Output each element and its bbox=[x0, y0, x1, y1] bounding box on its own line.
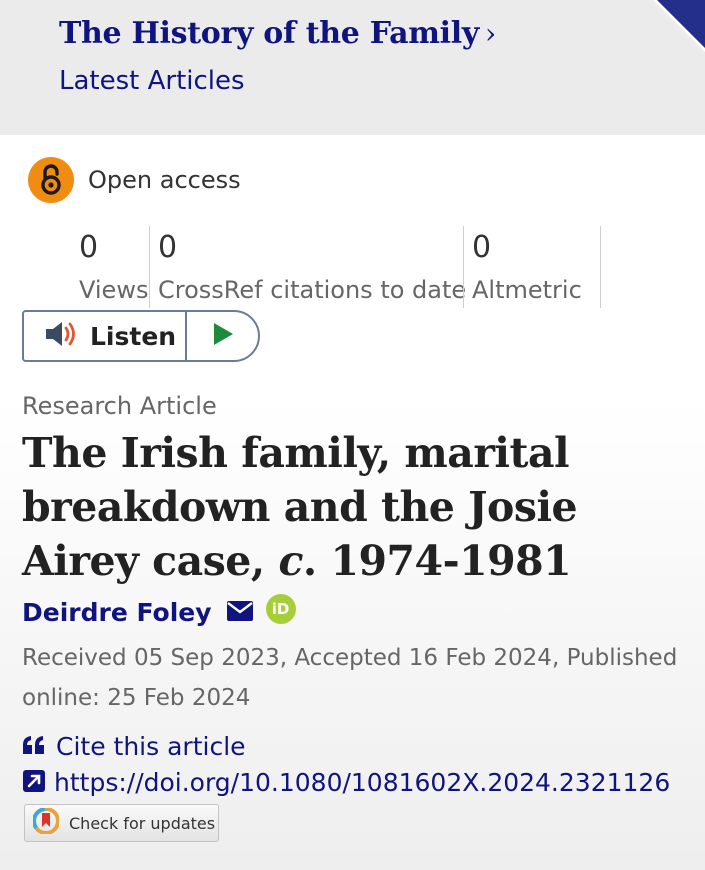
metric-value: 0 bbox=[472, 230, 492, 265]
play-button[interactable] bbox=[187, 312, 258, 360]
quote-icon bbox=[22, 735, 46, 759]
metric-crossref[interactable]: 0 CrossRef citations to date bbox=[158, 226, 466, 310]
corner-ribbon bbox=[657, 0, 705, 48]
journal-title[interactable]: The History of the Family bbox=[59, 16, 479, 51]
article-title: The Irish family, marital breakdown and … bbox=[22, 426, 692, 588]
journal-title-link[interactable]: The History of the Family › bbox=[59, 16, 496, 51]
chevron-right-icon: › bbox=[484, 17, 496, 50]
listen-widget: Listen bbox=[22, 310, 260, 362]
orcid-icon[interactable]: iD bbox=[265, 593, 296, 624]
cite-label: Cite this article bbox=[56, 732, 246, 761]
cite-this-article-link[interactable]: Cite this article bbox=[22, 732, 246, 761]
open-access-badge: Open access bbox=[28, 157, 241, 203]
speaker-icon bbox=[44, 319, 82, 353]
author-row: Deirdre Foley iD bbox=[22, 593, 296, 627]
listen-label: Listen bbox=[90, 321, 177, 351]
publication-dates: Received 05 Sep 2023, Accepted 16 Feb 20… bbox=[22, 645, 678, 711]
metric-label: Altmetric bbox=[472, 276, 582, 304]
metric-divider bbox=[600, 226, 601, 308]
latest-articles-link[interactable]: Latest Articles bbox=[59, 66, 245, 96]
play-icon bbox=[212, 322, 234, 350]
open-lock-icon bbox=[28, 157, 74, 203]
article-title-years: . 1974-1981 bbox=[302, 537, 572, 585]
metric-label: CrossRef citations to date bbox=[158, 276, 467, 304]
doi-link[interactable]: https://doi.org/10.1080/1081602X.2024.23… bbox=[22, 768, 670, 797]
journal-header: The History of the Family › Latest Artic… bbox=[0, 0, 705, 135]
metric-divider bbox=[149, 226, 150, 308]
metric-value: 0 bbox=[79, 230, 99, 265]
author-name[interactable]: Deirdre Foley bbox=[22, 598, 212, 627]
listen-button[interactable]: Listen bbox=[24, 312, 187, 360]
metric-altmetric[interactable]: 0 Altmetric bbox=[472, 226, 582, 310]
metric-views[interactable]: 0 Views bbox=[79, 226, 148, 310]
check-for-updates-button[interactable]: Check for updates bbox=[24, 804, 219, 842]
metric-value: 0 bbox=[158, 230, 178, 265]
envelope-icon[interactable] bbox=[226, 600, 254, 626]
doi-text: https://doi.org/10.1080/1081602X.2024.23… bbox=[54, 768, 671, 797]
metric-divider bbox=[463, 226, 464, 308]
open-access-label: Open access bbox=[88, 166, 241, 194]
check-for-updates-label: Check for updates bbox=[69, 813, 216, 833]
crossmark-icon bbox=[32, 807, 60, 838]
metric-label: Views bbox=[79, 276, 149, 304]
article-type: Research Article bbox=[22, 392, 217, 420]
external-link-icon bbox=[22, 769, 46, 797]
article-title-circa: c bbox=[278, 537, 303, 585]
